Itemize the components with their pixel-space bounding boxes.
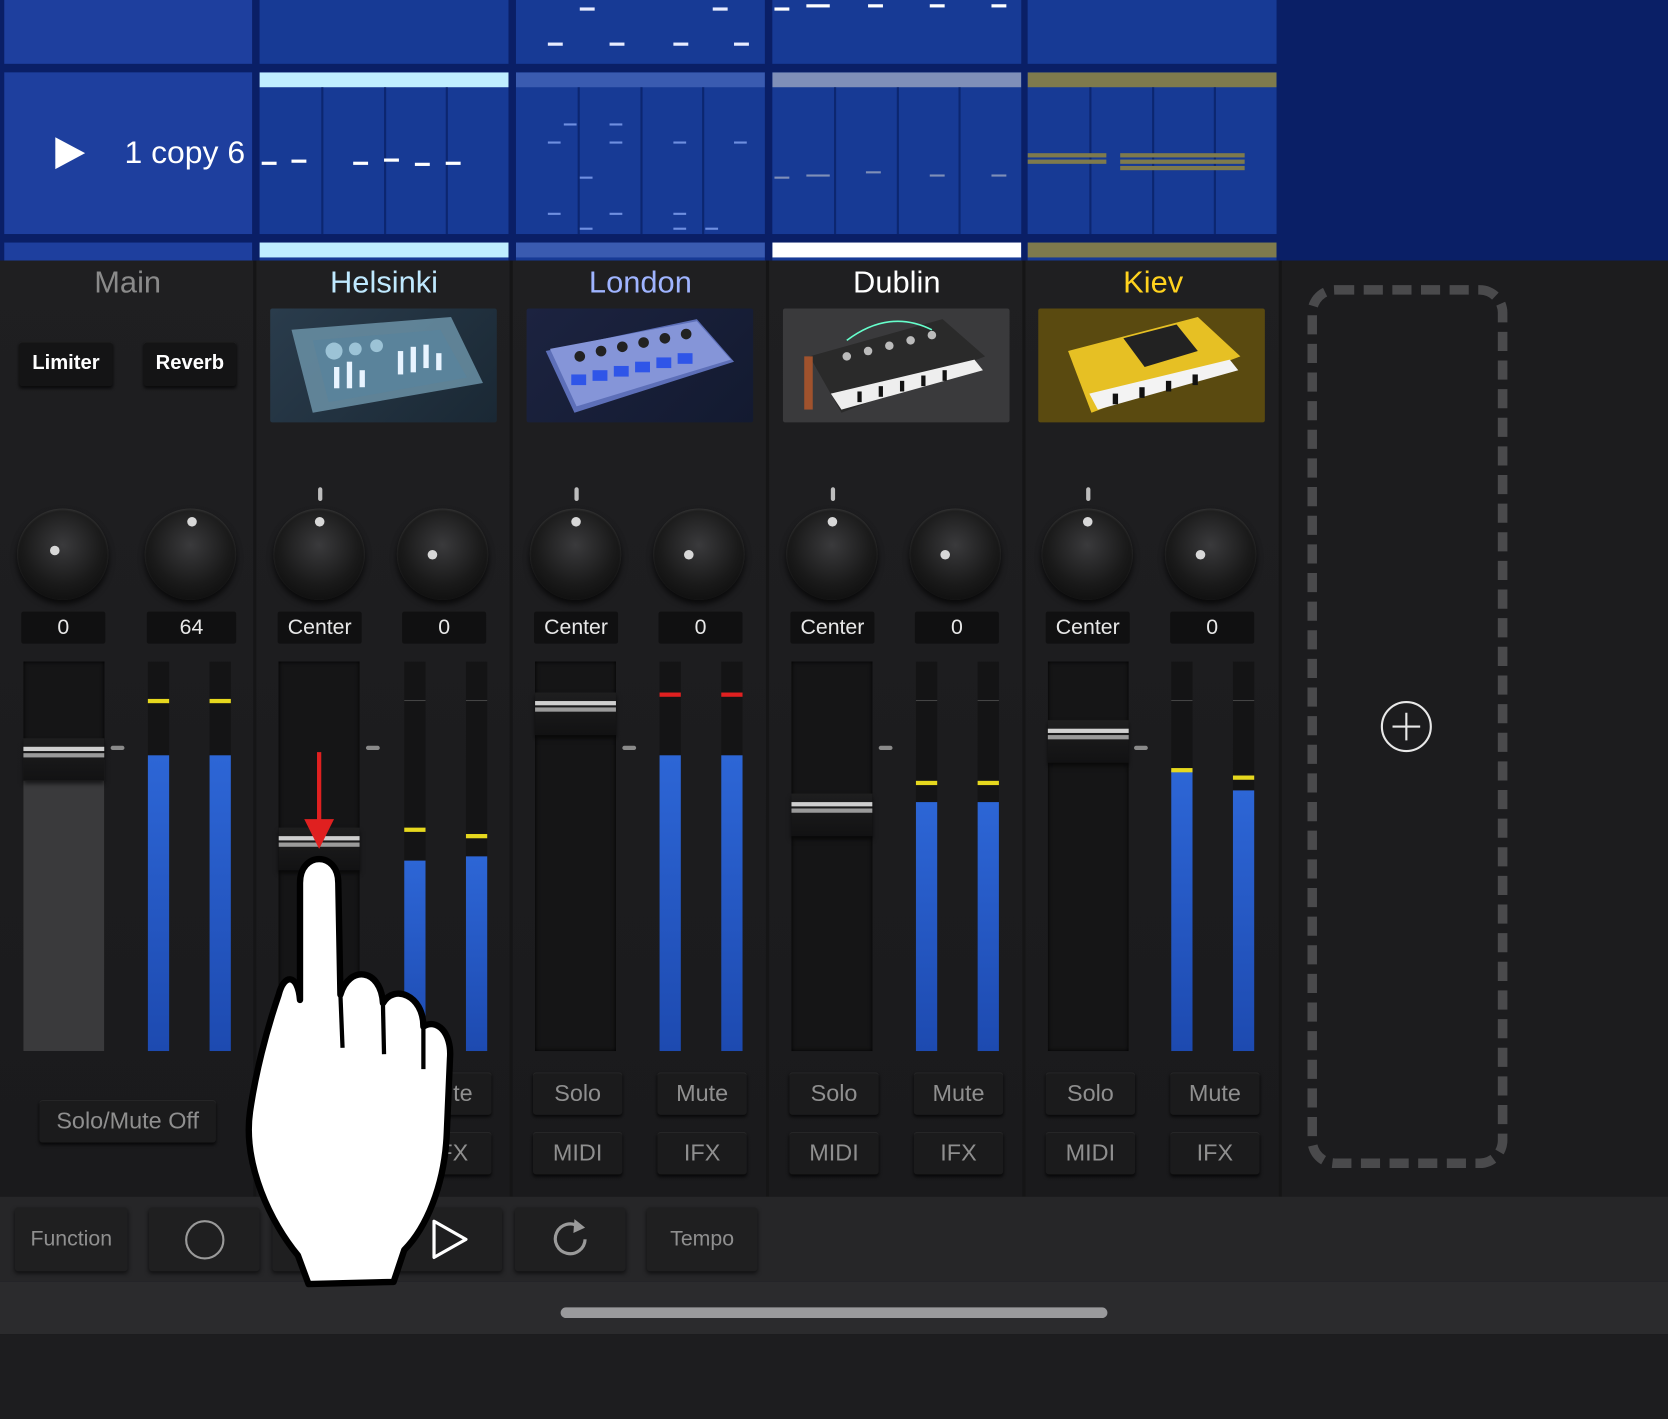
mixer-screen: 1 copy 6 Main Helsinki London Dublin Kie… — [0, 0, 1668, 1335]
london-send-value: 0 — [658, 611, 743, 644]
scene-row-next[interactable] — [4, 242, 253, 261]
dublin-send-value: 0 — [914, 611, 999, 644]
kiev-mute-button[interactable]: Mute — [1170, 1072, 1260, 1115]
london-midi-button[interactable]: MIDI — [532, 1131, 623, 1175]
kiev-send-value: 0 — [1170, 611, 1255, 644]
loop-button[interactable] — [514, 1207, 626, 1272]
london-meter-left — [659, 661, 681, 1052]
kiev-ifx-button[interactable]: IFX — [1170, 1131, 1260, 1175]
tempo-button[interactable]: Tempo — [646, 1207, 758, 1272]
kiev-send-knob[interactable] — [1164, 508, 1257, 600]
clip-helsinki-top[interactable] — [259, 0, 509, 64]
dublin-meter-right — [977, 661, 999, 1052]
london-pan-knob[interactable] — [529, 508, 622, 600]
reverb-button[interactable]: Reverb — [143, 341, 237, 387]
limiter-button[interactable]: Limiter — [19, 341, 113, 387]
channel-name-dublin[interactable]: Dublin — [769, 266, 1024, 301]
clip-dublin-next[interactable] — [772, 242, 1022, 261]
dublin-ifx-button[interactable]: IFX — [913, 1131, 1004, 1175]
drag-down-arrow-head — [304, 819, 335, 849]
clip-london[interactable] — [515, 72, 765, 235]
clip-kiev-top[interactable] — [1027, 0, 1277, 64]
solo-mute-off-button[interactable]: Solo/Mute Off — [39, 1099, 216, 1143]
loop-icon — [553, 1219, 587, 1256]
add-channel-icon[interactable] — [1380, 701, 1432, 753]
clip-london-next[interactable] — [515, 242, 765, 261]
channel-name-kiev[interactable]: Kiev — [1026, 266, 1281, 301]
main-fader-handle[interactable] — [23, 737, 105, 781]
main-knob-1-value: 0 — [21, 611, 106, 644]
main-meter-right — [209, 661, 231, 1052]
london-fader-handle[interactable] — [535, 692, 616, 736]
kiev-instrument-image[interactable] — [1038, 308, 1265, 423]
london-meter-right — [721, 661, 743, 1052]
main-meter-left — [147, 661, 170, 1052]
scene-label: 1 copy 6 — [124, 135, 246, 171]
london-pan-value: Center — [534, 611, 619, 644]
main-knob-1[interactable] — [17, 508, 109, 600]
london-send-knob[interactable] — [653, 508, 745, 600]
dublin-fader-track[interactable] — [791, 661, 873, 1052]
helsinki-pan-value: Center — [277, 611, 362, 644]
clip-london-top[interactable] — [515, 0, 765, 64]
dublin-meter-left — [915, 661, 938, 1052]
kiev-meter-left — [1171, 661, 1193, 1052]
london-instrument-image[interactable] — [526, 308, 754, 423]
kiev-fader-handle[interactable] — [1047, 720, 1129, 764]
clip-helsinki[interactable] — [259, 72, 509, 235]
clip-dublin[interactable] — [772, 72, 1022, 235]
main-knob-2-value: 64 — [146, 611, 237, 644]
kiev-meter-right — [1232, 661, 1255, 1052]
kiev-pan-knob[interactable] — [1041, 508, 1133, 600]
function-button[interactable]: Function — [14, 1207, 128, 1272]
dublin-mute-button[interactable]: Mute — [913, 1072, 1004, 1115]
play-icon[interactable] — [55, 137, 86, 170]
dublin-solo-button[interactable]: Solo — [789, 1072, 879, 1115]
helsinki-send-knob[interactable] — [396, 508, 489, 600]
dublin-fader-handle[interactable] — [791, 793, 873, 837]
helsinki-pan-knob[interactable] — [273, 508, 365, 600]
kiev-pan-value: Center — [1045, 611, 1130, 644]
helsinki-meter-right — [465, 661, 488, 1052]
dublin-send-knob[interactable] — [909, 508, 1002, 600]
main-knob-2[interactable] — [144, 508, 237, 600]
channel-name-main: Main — [94, 265, 162, 300]
clip-helsinki-next[interactable] — [259, 242, 509, 261]
dublin-pan-knob[interactable] — [786, 508, 878, 600]
clip-kiev-next[interactable] — [1027, 242, 1277, 261]
channel-name-london[interactable]: London — [513, 266, 768, 301]
main-fader-track[interactable] — [23, 661, 105, 1052]
london-mute-button[interactable]: Mute — [657, 1072, 747, 1115]
drag-down-arrow — [317, 752, 322, 827]
clip-kiev[interactable] — [1027, 72, 1277, 235]
clip-dublin-top[interactable] — [772, 0, 1022, 64]
dublin-midi-button[interactable]: MIDI — [789, 1131, 879, 1175]
home-indicator[interactable] — [560, 1307, 1108, 1319]
helsinki-send-value: 0 — [402, 611, 487, 644]
kiev-solo-button[interactable]: Solo — [1045, 1072, 1136, 1115]
kiev-midi-button[interactable]: MIDI — [1045, 1131, 1136, 1175]
scene-row-top[interactable] — [4, 0, 253, 64]
helsinki-instrument-image[interactable] — [270, 308, 497, 423]
pointing-hand-icon — [245, 856, 454, 1288]
dublin-pan-value: Center — [790, 611, 875, 644]
london-ifx-button[interactable]: IFX — [657, 1131, 747, 1175]
dublin-instrument-image[interactable] — [782, 308, 1010, 423]
channel-name-helsinki[interactable]: Helsinki — [256, 266, 511, 301]
record-icon — [185, 1220, 225, 1260]
london-solo-button[interactable]: Solo — [532, 1072, 623, 1115]
